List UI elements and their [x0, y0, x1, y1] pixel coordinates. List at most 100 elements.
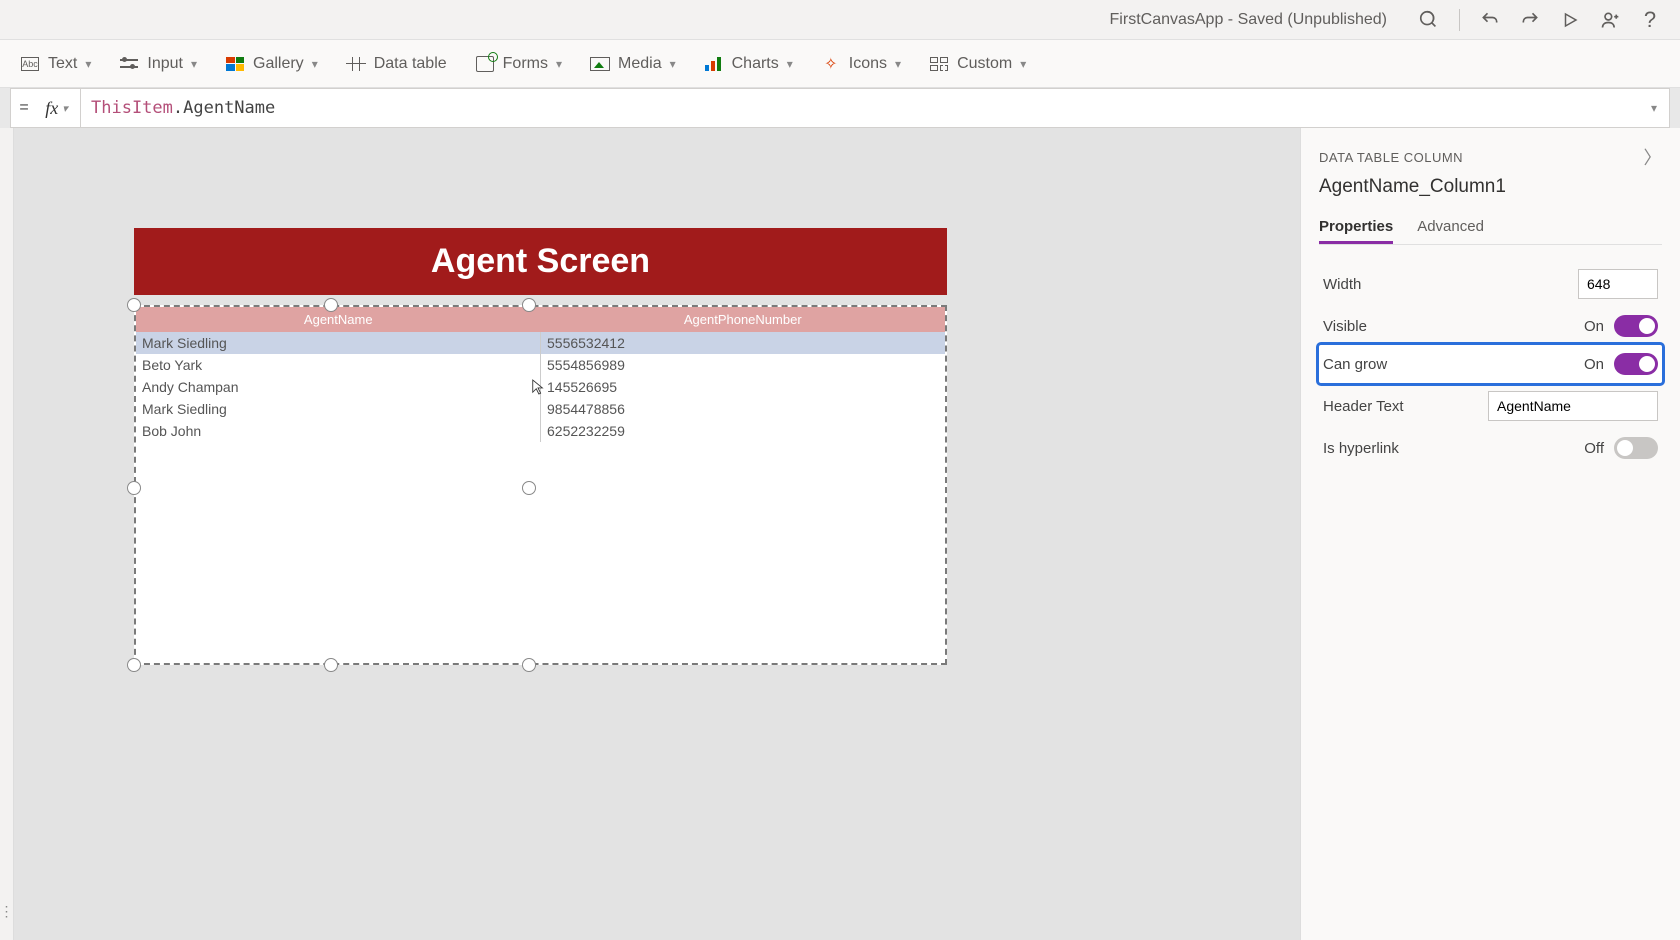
prop-headertext-input[interactable]	[1488, 391, 1658, 421]
table-row[interactable]: Beto Yark 5554856989	[136, 354, 945, 376]
ribbon-charts[interactable]: Charts ▾	[704, 54, 793, 74]
data-table-icon	[346, 54, 366, 74]
prop-width: Width	[1319, 261, 1662, 307]
table-body: Mark Siedling 5556532412 Beto Yark 55548…	[136, 332, 945, 442]
undo-icon[interactable]	[1476, 6, 1504, 34]
prop-width-label: Width	[1323, 276, 1361, 293]
share-icon[interactable]	[1596, 6, 1624, 34]
ribbon-input-label: Input	[147, 55, 183, 73]
chevron-down-icon: ▾	[1020, 57, 1026, 71]
prop-cangrow-label: Can grow	[1323, 356, 1387, 373]
formula-expand-icon[interactable]: ▾	[1639, 101, 1669, 115]
ribbon-forms[interactable]: Forms ▾	[475, 54, 562, 74]
selected-object-name: AgentName_Column1	[1319, 176, 1662, 198]
panel-expand-icon[interactable]: 〉	[1644, 144, 1663, 170]
prop-cangrow-state: On	[1584, 356, 1604, 373]
app-title: FirstCanvasApp - Saved (Unpublished)	[1110, 11, 1387, 29]
table-cell: 9854478856	[541, 398, 945, 420]
chevron-down-icon: ▾	[787, 57, 793, 71]
ribbon-custom-label: Custom	[957, 55, 1012, 73]
canvas-area[interactable]: Agent Screen AgentName AgentPhoneNumber …	[14, 128, 1300, 940]
prop-cangrow: Can grow On	[1319, 345, 1662, 383]
app-screen: Agent Screen AgentName AgentPhoneNumber …	[134, 228, 947, 665]
prop-ishyperlink-state: Off	[1584, 440, 1604, 457]
ribbon-icons[interactable]: ✧ Icons ▾	[821, 54, 901, 74]
ishyperlink-toggle[interactable]	[1614, 437, 1658, 459]
table-cell: 6252232259	[541, 420, 945, 442]
table-cell: Beto Yark	[136, 354, 541, 376]
tab-advanced[interactable]: Advanced	[1417, 212, 1484, 244]
selection-handle[interactable]	[324, 298, 338, 312]
ribbon-datatable-label: Data table	[374, 55, 447, 73]
forms-icon	[475, 54, 495, 74]
selection-handle[interactable]	[127, 481, 141, 495]
insert-ribbon: Abc Text ▾ Input ▾ Gallery ▾ Data table …	[0, 40, 1680, 88]
prop-visible-label: Visible	[1323, 318, 1367, 335]
visible-toggle[interactable]	[1614, 315, 1658, 337]
prop-visible-state: On	[1584, 318, 1604, 335]
media-icon	[590, 54, 610, 74]
tab-properties[interactable]: Properties	[1319, 212, 1393, 244]
selection-handle[interactable]	[522, 481, 536, 495]
ribbon-text-label: Text	[48, 55, 77, 73]
ribbon-text[interactable]: Abc Text ▾	[20, 54, 91, 74]
prop-headertext: Header Text	[1319, 383, 1662, 429]
table-cell: 5556532412	[541, 332, 945, 354]
properties-tabs: Properties Advanced	[1319, 212, 1662, 245]
redo-icon[interactable]	[1516, 6, 1544, 34]
data-table[interactable]: AgentName AgentPhoneNumber Mark Siedling…	[134, 305, 947, 665]
icons-icon: ✧	[821, 54, 841, 74]
table-row[interactable]: Mark Siedling 5556532412	[136, 332, 945, 354]
play-icon[interactable]	[1556, 6, 1584, 34]
ribbon-gallery[interactable]: Gallery ▾	[225, 54, 318, 74]
screen-title: Agent Screen	[134, 228, 947, 295]
cangrow-toggle[interactable]	[1614, 353, 1658, 375]
selection-handle[interactable]	[522, 298, 536, 312]
gallery-icon	[225, 54, 245, 74]
ribbon-custom[interactable]: Custom ▾	[929, 54, 1026, 74]
selection-handle[interactable]	[127, 298, 141, 312]
ribbon-media[interactable]: Media ▾	[590, 54, 676, 74]
ribbon-forms-label: Forms	[503, 55, 548, 73]
chevron-down-icon: ▾	[312, 57, 318, 71]
prop-headertext-label: Header Text	[1323, 398, 1404, 415]
equals-label: =	[15, 99, 33, 117]
main-row: ⋮ Agent Screen AgentName AgentPhoneNumbe…	[0, 128, 1680, 940]
prop-width-input[interactable]	[1578, 269, 1658, 299]
fx-button[interactable]: fx ▾	[33, 89, 81, 127]
formula-bar: = fx ▾ ThisItem.AgentName ▾	[10, 88, 1670, 128]
left-gutter: ⋮	[0, 128, 14, 940]
table-header-agentphone[interactable]: AgentPhoneNumber	[541, 307, 946, 332]
title-bar: FirstCanvasApp - Saved (Unpublished) ?	[0, 0, 1680, 40]
table-row[interactable]: Mark Siedling 9854478856	[136, 398, 945, 420]
selection-handle[interactable]	[127, 658, 141, 672]
ribbon-input[interactable]: Input ▾	[119, 54, 197, 74]
gutter-handle-icon[interactable]: ⋮	[0, 903, 14, 920]
ribbon-gallery-label: Gallery	[253, 55, 304, 73]
charts-icon	[704, 54, 724, 74]
formula-input[interactable]: ThisItem.AgentName	[81, 98, 1639, 118]
table-cell: 145526695	[541, 376, 945, 398]
table-header-row: AgentName AgentPhoneNumber	[136, 307, 945, 332]
table-header-agentname[interactable]: AgentName	[136, 307, 541, 332]
prop-ishyperlink: Is hyperlink Off	[1319, 429, 1662, 467]
ribbon-icons-label: Icons	[849, 55, 887, 73]
ribbon-datatable[interactable]: Data table	[346, 54, 447, 74]
panel-category-label: DATA TABLE COLUMN	[1319, 150, 1463, 165]
divider	[1459, 9, 1460, 31]
app-checker-icon[interactable]	[1415, 6, 1443, 34]
table-cell: Mark Siedling	[136, 332, 541, 354]
table-row[interactable]: Bob John 6252232259	[136, 420, 945, 442]
table-cell: Mark Siedling	[136, 398, 541, 420]
properties-panel: DATA TABLE COLUMN 〉 AgentName_Column1 Pr…	[1300, 128, 1680, 940]
help-icon[interactable]: ?	[1636, 6, 1664, 34]
selection-handle[interactable]	[522, 658, 536, 672]
prop-ishyperlink-label: Is hyperlink	[1323, 440, 1399, 457]
prop-visible: Visible On	[1319, 307, 1662, 345]
chevron-down-icon: ▾	[895, 57, 901, 71]
table-row[interactable]: Andy Champan 145526695	[136, 376, 945, 398]
ribbon-media-label: Media	[618, 55, 662, 73]
selection-handle[interactable]	[324, 658, 338, 672]
formula-thisitem: ThisItem	[91, 98, 173, 118]
chevron-down-icon: ▾	[62, 102, 68, 115]
